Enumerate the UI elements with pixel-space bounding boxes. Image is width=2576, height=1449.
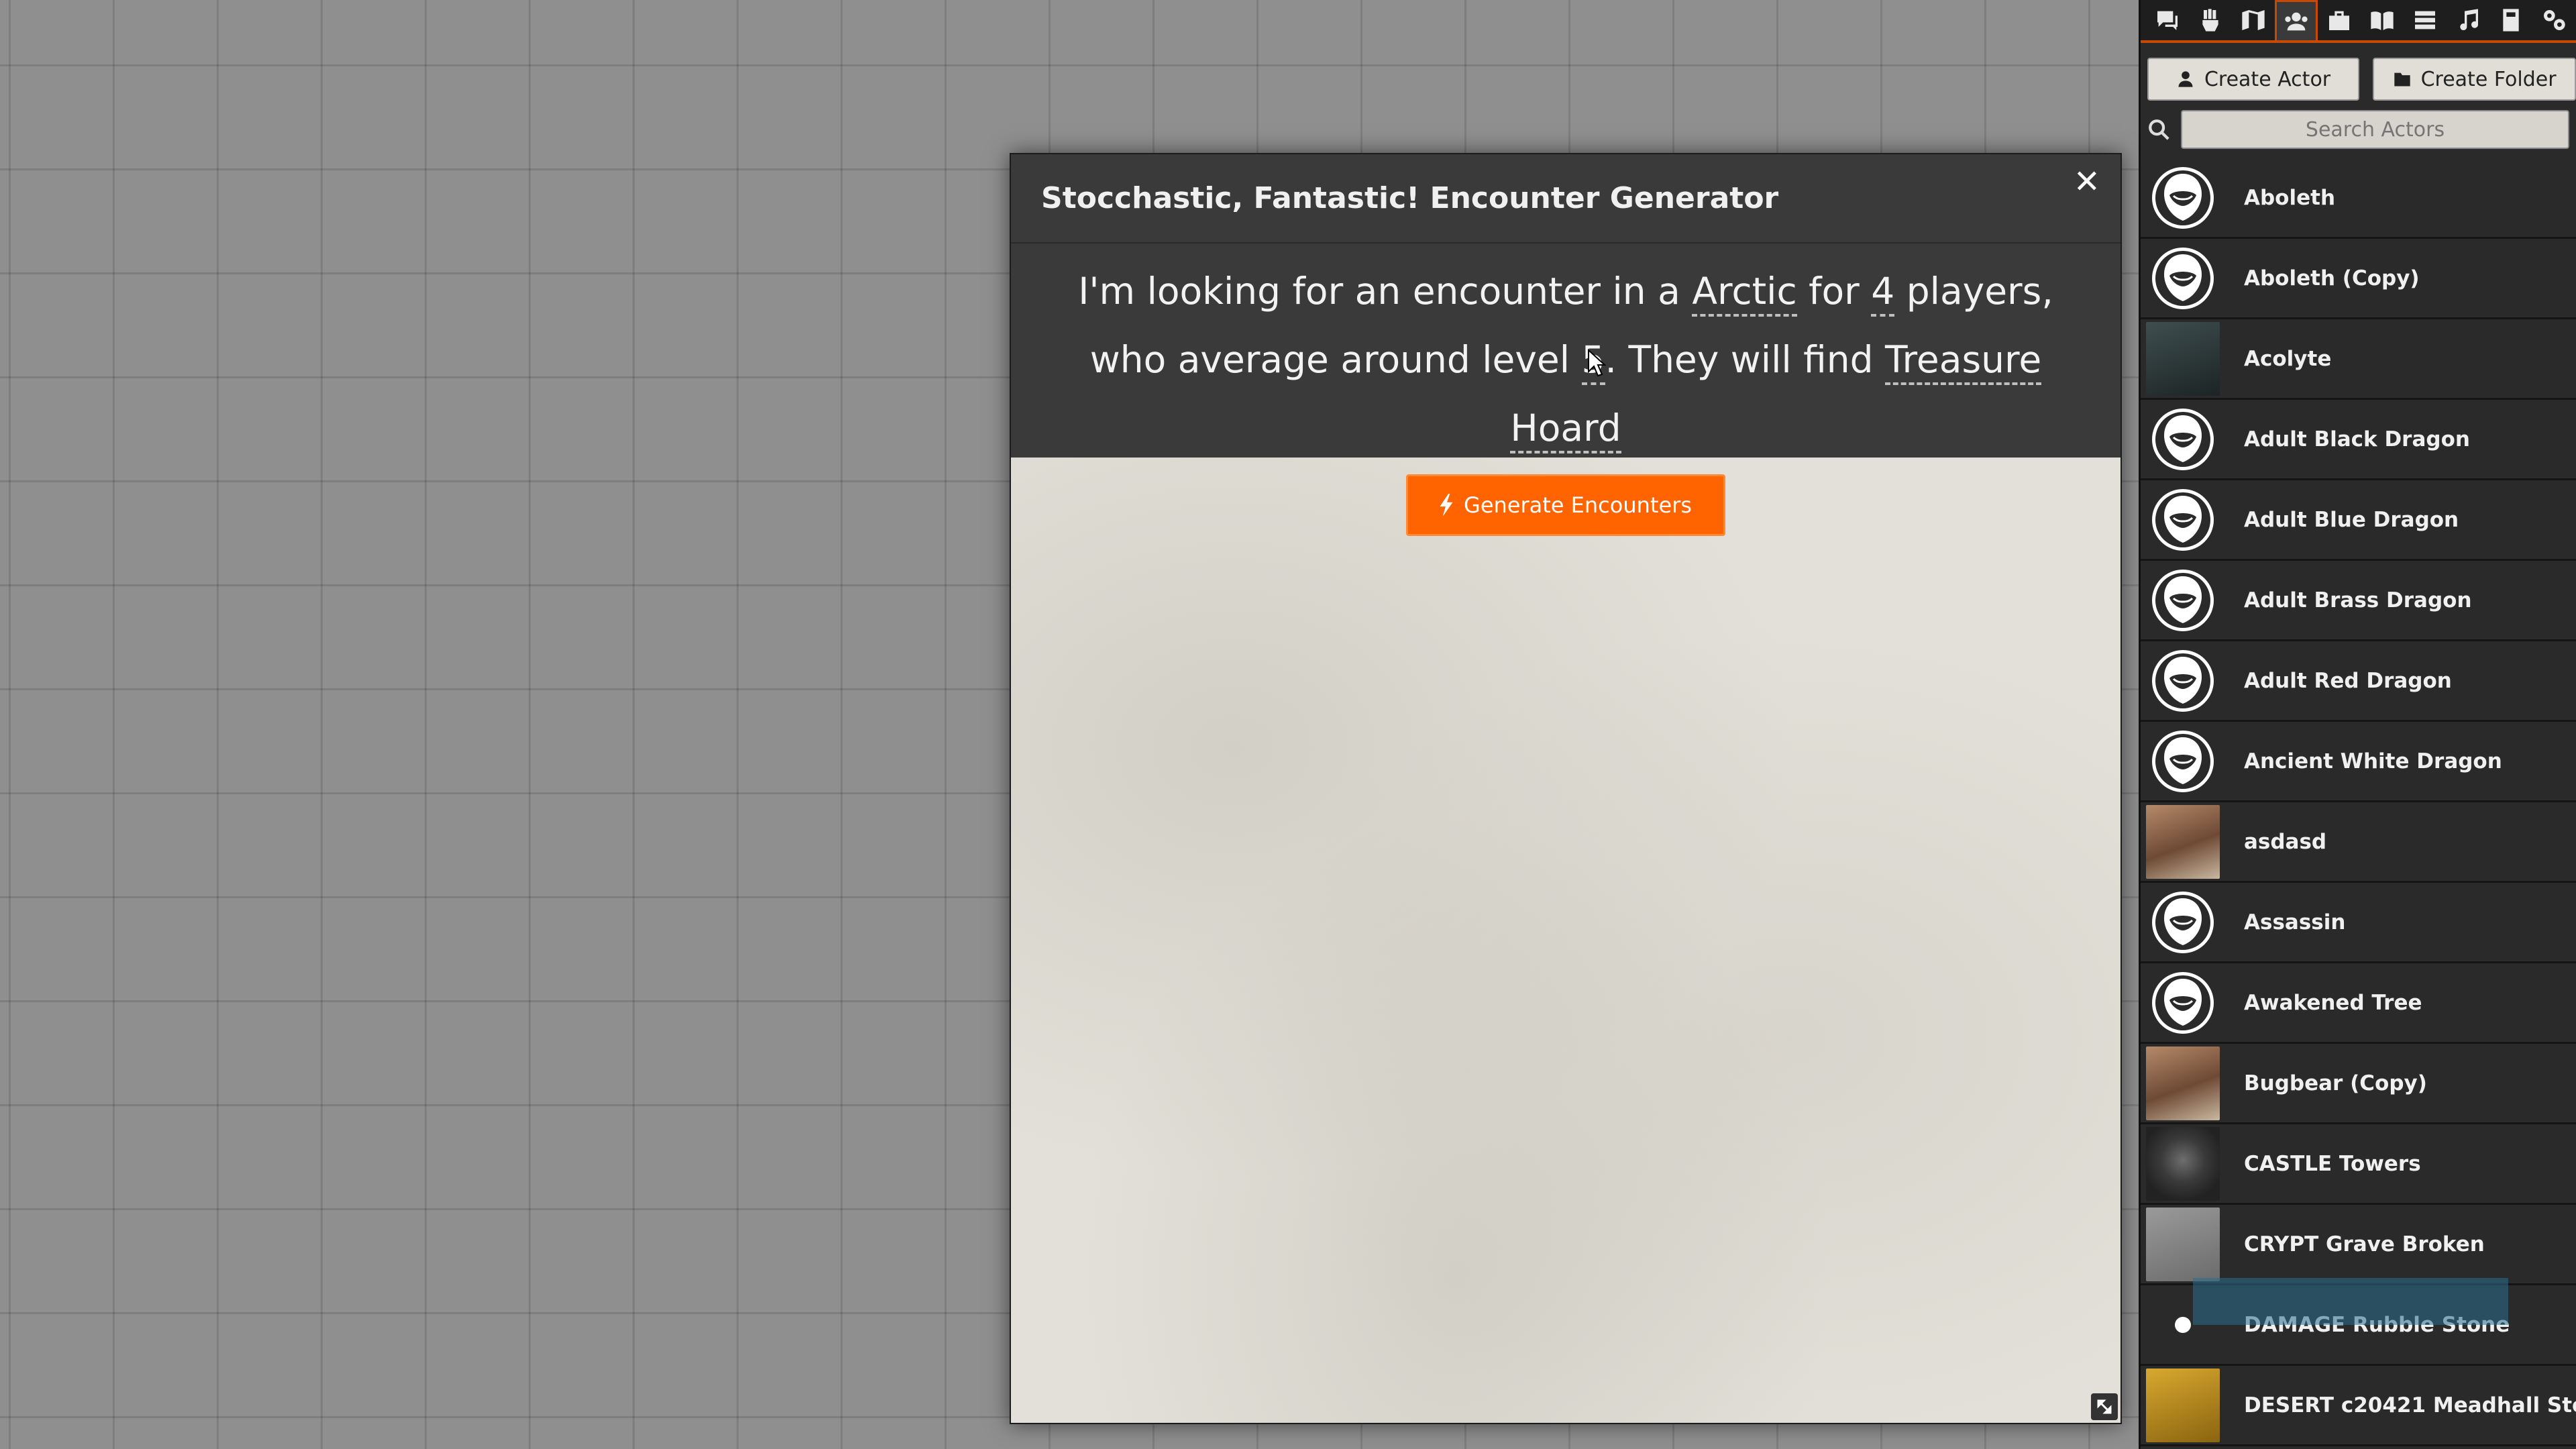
actor-avatar: [2146, 161, 2220, 235]
actor-list-item[interactable]: Awakened Tree: [2141, 963, 2576, 1044]
actor-avatar: [2146, 644, 2220, 718]
create-actor-button[interactable]: Create Actor: [2147, 58, 2360, 101]
players-select[interactable]: 4: [1871, 270, 1895, 317]
actor-list-item[interactable]: CRYPT Grave Broken: [2141, 1205, 2576, 1285]
actor-name: Adult Brass Dragon: [2244, 588, 2472, 612]
actor-name: Awakened Tree: [2244, 990, 2422, 1015]
actor-avatar: [2146, 402, 2220, 476]
actor-name: Bugbear (Copy): [2244, 1071, 2427, 1095]
actor-avatar: [2146, 1288, 2220, 1362]
sidebar: Create Actor Create Folder AbolethAbolet…: [2139, 0, 2576, 1449]
actor-avatar: [2146, 1368, 2220, 1442]
actor-name: Aboleth: [2244, 185, 2336, 210]
actor-list-item[interactable]: Adult Brass Dragon: [2141, 561, 2576, 641]
tab-actors[interactable]: [2275, 0, 2318, 40]
actor-name: Adult Blue Dragon: [2244, 507, 2459, 532]
actor-list-item[interactable]: Assassin: [2141, 883, 2576, 963]
actor-name: Ancient White Dragon: [2244, 749, 2502, 773]
actor-list-item[interactable]: Bugbear (Copy): [2141, 1044, 2576, 1124]
prompt-text: for: [1796, 270, 1872, 313]
window-title: Stocchastic, Fantastic! Encounter Genera…: [1041, 181, 1779, 215]
actor-avatar: [2146, 1126, 2220, 1201]
actor-name: Acolyte: [2244, 346, 2332, 371]
create-actor-label: Create Actor: [2204, 67, 2331, 91]
settings-icon: [2544, 10, 2565, 30]
journal-icon: [2371, 11, 2394, 30]
generate-encounters-button[interactable]: Generate Encounters: [1406, 474, 1725, 536]
create-folder-button[interactable]: Create Folder: [2373, 58, 2576, 101]
search-icon: [2149, 119, 2169, 140]
actor-avatar: [2146, 483, 2220, 557]
actor-list-item[interactable]: Ancient White Dragon: [2141, 722, 2576, 802]
create-folder-label: Create Folder: [2420, 67, 2557, 91]
actor-avatar: [2146, 321, 2220, 396]
actor-name: DAMAGE Rubble Stone: [2244, 1312, 2510, 1337]
tab-items[interactable]: [2318, 0, 2361, 40]
actor-avatar: [2146, 724, 2220, 798]
search-row: [2141, 101, 2576, 149]
encounter-results-area: [1011, 458, 2121, 1423]
actor-name: asdasd: [2244, 829, 2327, 854]
tab-combat[interactable]: [2189, 0, 2232, 40]
user-icon: [2178, 71, 2193, 87]
actor-list-item[interactable]: Aboleth (Copy): [2141, 239, 2576, 319]
tab-chat[interactable]: [2146, 0, 2189, 40]
tab-scenes[interactable]: [2232, 0, 2275, 40]
window-header[interactable]: Stocchastic, Fantastic! Encounter Genera…: [1011, 154, 2121, 244]
directory-header-actions: Create Actor Create Folder: [2141, 43, 2576, 101]
tab-settings[interactable]: [2532, 0, 2575, 40]
scenes-icon: [2242, 10, 2265, 30]
actor-avatar: [2146, 1046, 2220, 1120]
actors-icon: [2285, 12, 2308, 30]
actor-name: Assassin: [2244, 910, 2346, 934]
actor-name: Adult Red Dragon: [2244, 668, 2452, 693]
actor-avatar: [2146, 564, 2220, 637]
actor-name: Adult Black Dragon: [2244, 427, 2470, 451]
tab-compendium[interactable]: [2489, 0, 2532, 40]
actor-avatar: [2146, 241, 2220, 315]
bolt-icon: [1440, 494, 1453, 517]
prompt-text: I'm looking for an encounter in a: [1078, 270, 1693, 313]
actor-avatar: [2146, 804, 2220, 879]
compendium-icon: [2503, 9, 2519, 32]
items-icon: [2329, 11, 2349, 30]
actor-list-item[interactable]: DESERT c20421 Meadhall Storage by: [2141, 1366, 2576, 1446]
actor-avatar: [2146, 966, 2220, 1040]
generate-encounters-label: Generate Encounters: [1464, 492, 1692, 518]
tab-playlists[interactable]: [2447, 0, 2489, 40]
environment-select[interactable]: Arctic: [1692, 270, 1797, 317]
resize-handle-icon[interactable]: [2091, 1393, 2118, 1420]
actor-list-item[interactable]: Adult Red Dragon: [2141, 641, 2576, 722]
tab-tables[interactable]: [2404, 0, 2447, 40]
actor-list-item[interactable]: asdasd: [2141, 802, 2576, 883]
tables-icon: [2415, 11, 2435, 30]
sidebar-tabs: [2141, 0, 2576, 43]
actor-name: DESERT c20421 Meadhall Storage by: [2244, 1393, 2576, 1417]
encounter-prompt: I'm looking for an encounter in a Arctic…: [1011, 244, 2121, 462]
prompt-text: . They will find: [1605, 338, 1886, 381]
actor-avatar: [2146, 1207, 2220, 1281]
encounter-generator-window: Stocchastic, Fantastic! Encounter Genera…: [1010, 153, 2122, 1424]
actor-name: CRYPT Grave Broken: [2244, 1232, 2485, 1256]
close-icon[interactable]: ✕: [2074, 166, 2100, 198]
actor-list-item[interactable]: Adult Blue Dragon: [2141, 480, 2576, 561]
actor-list: Aboleth Aboleth (Copy) Acolyte Adult Black …: [2141, 158, 2576, 1446]
generate-row: Generate Encounters: [1011, 474, 2121, 538]
combat-icon: [2202, 9, 2218, 32]
actor-list-item[interactable]: DAMAGE Rubble Stone: [2141, 1285, 2576, 1366]
tab-journal[interactable]: [2361, 0, 2404, 40]
actor-name: Aboleth (Copy): [2244, 266, 2420, 290]
playlists-icon: [2460, 9, 2479, 31]
actor-list-item[interactable]: Acolyte: [2141, 319, 2576, 400]
mouse-cursor-icon: [1588, 349, 1606, 377]
actor-list-item[interactable]: CASTLE Towers: [2141, 1124, 2576, 1205]
actor-avatar: [2146, 885, 2220, 959]
search-actors-input[interactable]: [2181, 110, 2569, 149]
actor-name: CASTLE Towers: [2244, 1151, 2421, 1176]
actor-list-item[interactable]: Aboleth: [2141, 158, 2576, 239]
chat-icon: [2157, 11, 2178, 30]
folder-icon: [2394, 72, 2410, 87]
actor-list-item[interactable]: Adult Black Dragon: [2141, 400, 2576, 480]
